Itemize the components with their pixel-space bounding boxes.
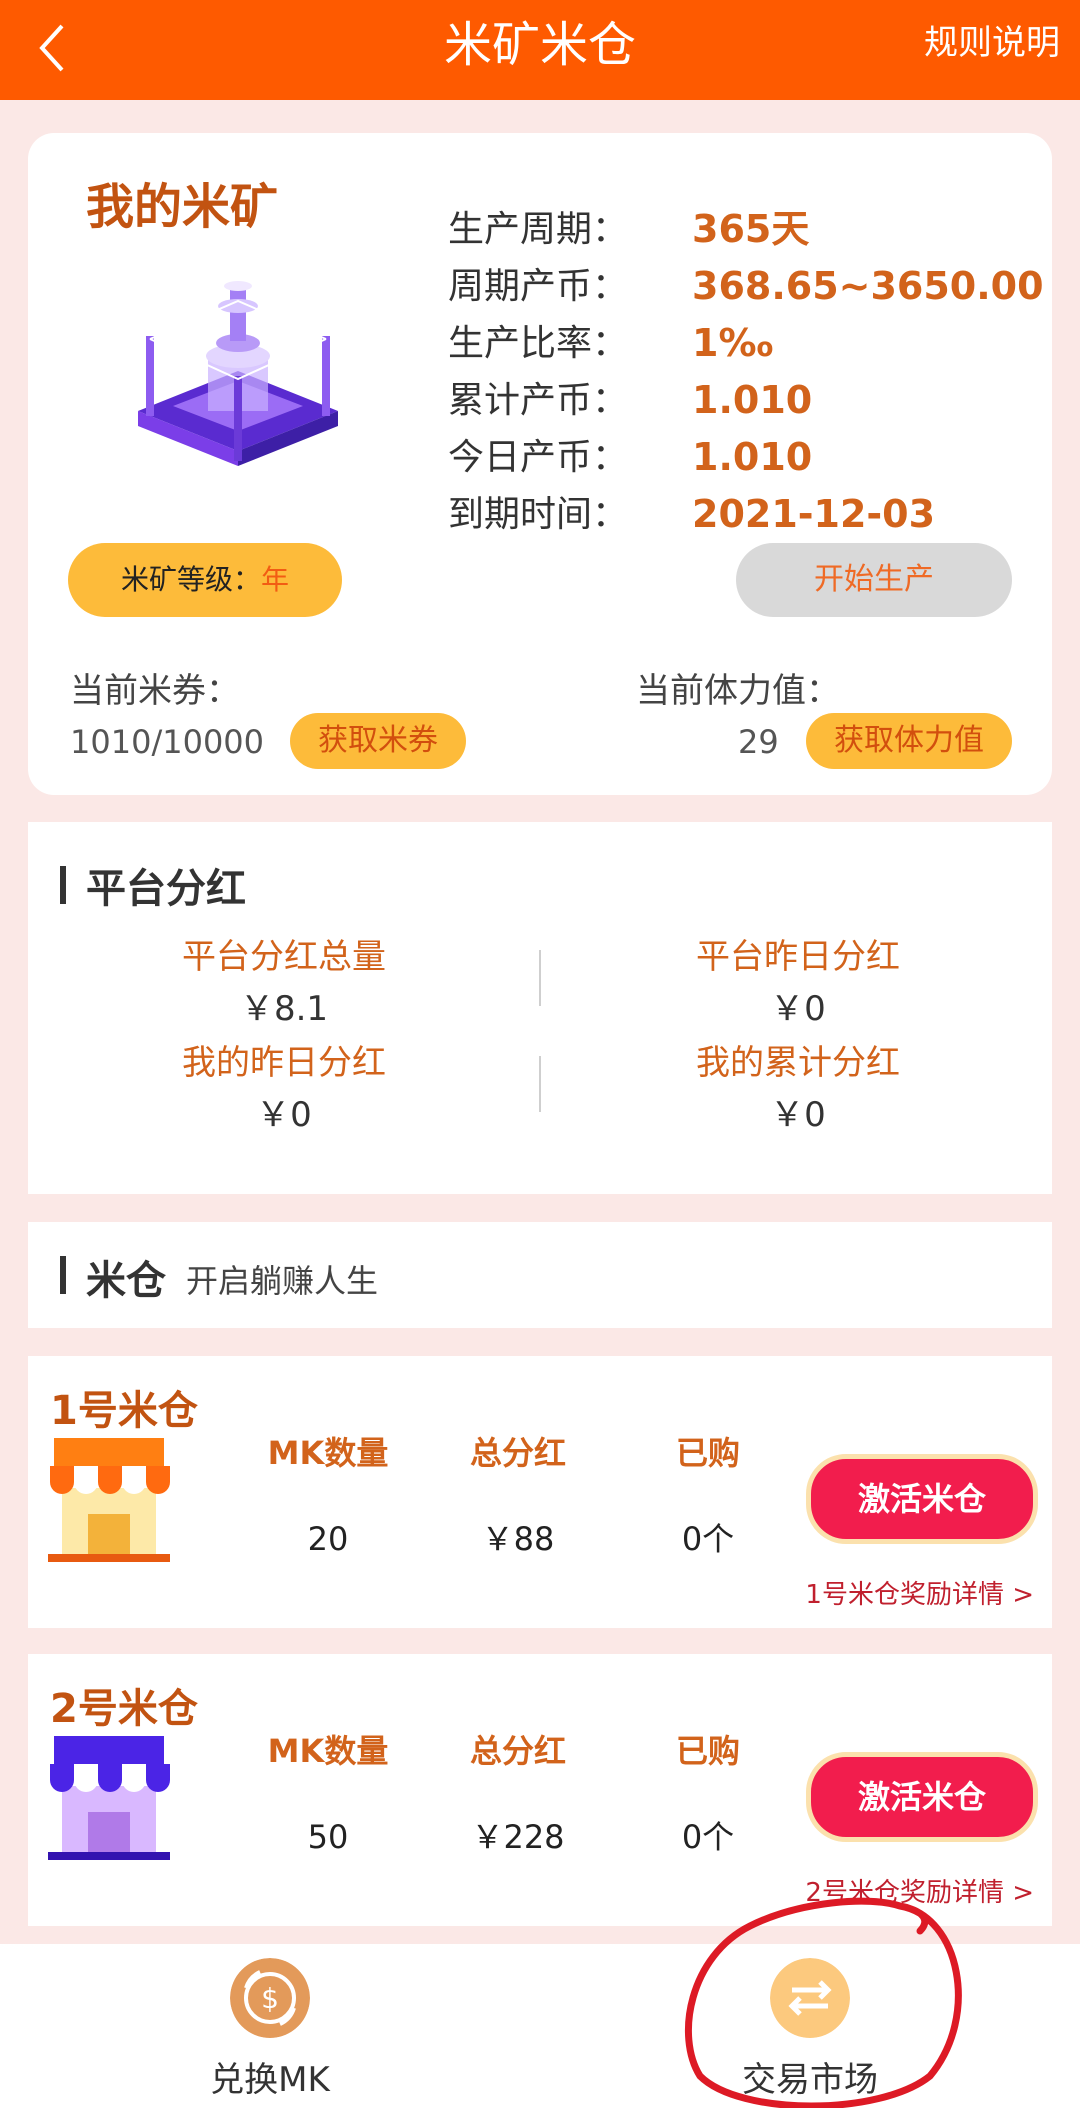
total-dividend-col: 总分红 ￥88 xyxy=(469,1434,566,1558)
divider xyxy=(539,1056,541,1112)
annotation-circle xyxy=(684,1897,962,2108)
page-title: 米矿米仓 xyxy=(443,17,636,73)
get-stamina-button[interactable]: 获取体力值 xyxy=(806,713,1012,769)
dividend-yesterday-platform: 平台昨日分红 ￥0 xyxy=(696,937,900,1029)
section-marker xyxy=(60,866,66,904)
nav-label: 兑换MK xyxy=(210,2060,330,2100)
section-marker xyxy=(60,1256,66,1294)
total-dividend-col: 总分红 ￥228 xyxy=(469,1732,566,1856)
mk-count-col: MK数量 20 xyxy=(267,1434,389,1558)
granary-title: 米仓 xyxy=(86,1258,166,1304)
mine-title: 我的米矿 xyxy=(86,179,279,235)
mining-machine-icon xyxy=(138,281,338,466)
shop-icon xyxy=(48,1438,170,1562)
stamina-value: 29 xyxy=(738,723,779,761)
bought-col: 已购 0个 xyxy=(675,1732,740,1856)
divider xyxy=(539,950,541,1006)
stamina-label: 当前体力值： xyxy=(636,671,840,711)
granary-subtitle: 开启躺赚人生 xyxy=(186,1262,379,1300)
bought-col: 已购 0个 xyxy=(675,1434,740,1558)
mk-count-col: MK数量 50 xyxy=(267,1732,389,1856)
dividend-yesterday-mine: 我的昨日分红 ￥0 xyxy=(182,1043,386,1135)
svg-text:$: $ xyxy=(261,1982,279,2015)
dividend-title: 平台分红 xyxy=(86,866,246,912)
rules-link[interactable]: 规则说明 xyxy=(924,0,1060,86)
coupon-value: 1010/10000 xyxy=(70,723,265,761)
get-coupon-button[interactable]: 获取米券 xyxy=(290,713,466,769)
platform-dividend-card: 平台分红 平台分红总量 ￥8.1 平台昨日分红 ￥0 我的昨日分红 ￥0 我的累… xyxy=(28,822,1052,1194)
dividend-total: 平台分红总量 ￥8.1 xyxy=(182,937,386,1029)
dividend-total-mine: 我的累计分红 ￥0 xyxy=(696,1043,900,1135)
top-bar: 米矿米仓 规则说明 xyxy=(0,0,1080,100)
granary-header-card: 米仓 开启躺赚人生 xyxy=(28,1222,1052,1328)
granary-card-1: 1号米仓 MK数量 20 总分红 ￥88 已购 0个 激活米仓 1号米仓奖励详情… xyxy=(28,1356,1052,1628)
coupon-label: 当前米券： xyxy=(70,671,240,711)
mine-level-badge: 米矿等级：年 xyxy=(68,543,342,617)
nav-exchange-mk[interactable]: $ 兑换MK xyxy=(120,1944,420,2108)
start-production-button[interactable]: 开始生产 xyxy=(736,543,1012,617)
my-mine-card: 我的米矿 生产周期： 365天 周期产币： 368.65~3650.00 生产比… xyxy=(28,133,1052,795)
exchange-coin-icon: $ xyxy=(230,1958,310,2038)
shop-icon xyxy=(48,1736,170,1860)
activate-granary-button[interactable]: 激活米仓 xyxy=(806,1752,1038,1842)
activate-granary-button[interactable]: 激活米仓 xyxy=(806,1454,1038,1544)
granary-detail-link[interactable]: 1号米仓奖励详情 > xyxy=(805,1574,1034,1611)
